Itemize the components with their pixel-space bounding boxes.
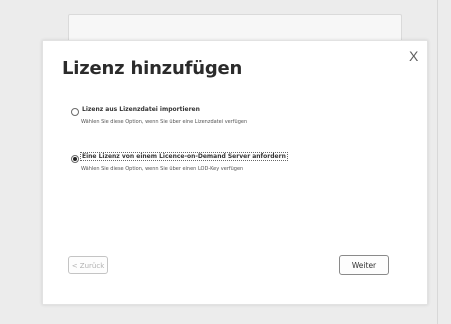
radio-button-import[interactable] — [71, 108, 79, 116]
next-button[interactable]: Weiter — [339, 255, 389, 275]
dialog-title: Lizenz hinzufügen — [62, 58, 243, 79]
close-button[interactable]: X — [409, 49, 418, 63]
back-button: < Zurück — [68, 256, 108, 274]
add-license-dialog: X Lizenz hinzufügen Lizenz aus Lizenzdat… — [42, 40, 428, 305]
option-lod-description: Wählen Sie diese Option, wenn Sie über e… — [81, 166, 244, 172]
option-import-label[interactable]: Lizenz aus Lizenzdatei importieren — [81, 106, 201, 113]
option-lod-label[interactable]: Eine Lizenz von einem Licence-on-Demand … — [80, 152, 288, 161]
background-divider — [437, 0, 438, 324]
option-import-description: Wählen Sie diese Option, wenn Sie über e… — [81, 119, 248, 125]
radio-button-lod[interactable] — [71, 155, 79, 163]
